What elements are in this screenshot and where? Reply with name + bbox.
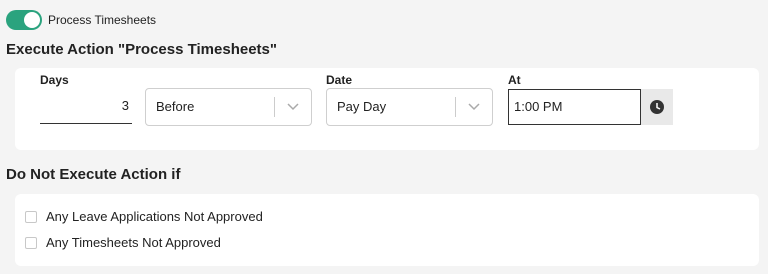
select-separator	[274, 97, 275, 117]
toggle-label: Process Timesheets	[48, 13, 157, 27]
chevron-down-icon	[468, 103, 480, 111]
date-select[interactable]: Pay Day	[326, 88, 493, 126]
relation-select[interactable]: Before	[145, 88, 312, 126]
time-input[interactable]: 1:00 PM	[508, 89, 641, 125]
checkbox-label: Any Timesheets Not Approved	[46, 235, 221, 250]
select-separator	[455, 97, 456, 117]
relation-select-value: Before	[156, 99, 195, 114]
list-item[interactable]: Any Timesheets Not Approved	[25, 235, 221, 250]
date-select-value: Pay Day	[337, 99, 387, 114]
checkbox-label: Any Leave Applications Not Approved	[46, 209, 263, 224]
clock-button[interactable]	[641, 89, 673, 125]
clock-icon	[650, 100, 664, 114]
timesheets-checkbox[interactable]	[25, 236, 37, 249]
execute-action-title: Execute Action "Process Timesheets"	[6, 41, 278, 58]
time-picker: 1:00 PM	[508, 89, 673, 125]
list-item[interactable]: Any Leave Applications Not Approved	[25, 209, 263, 224]
days-label: Days	[40, 73, 69, 87]
date-label: Date	[326, 73, 353, 87]
leave-applications-checkbox[interactable]	[25, 210, 37, 223]
execute-action-card: Days 3 Before Date Pay Day At 1:00 PM	[15, 68, 759, 150]
process-timesheets-toggle[interactable]	[6, 10, 42, 30]
toggle-knob	[24, 12, 40, 28]
process-timesheets-toggle-row: Process Timesheets	[6, 10, 156, 30]
days-input[interactable]: 3	[40, 88, 132, 124]
at-label: At	[508, 73, 521, 87]
do-not-execute-card: Any Leave Applications Not Approved Any …	[15, 194, 759, 266]
do-not-execute-title: Do Not Execute Action if	[6, 166, 181, 183]
chevron-down-icon	[287, 103, 299, 111]
